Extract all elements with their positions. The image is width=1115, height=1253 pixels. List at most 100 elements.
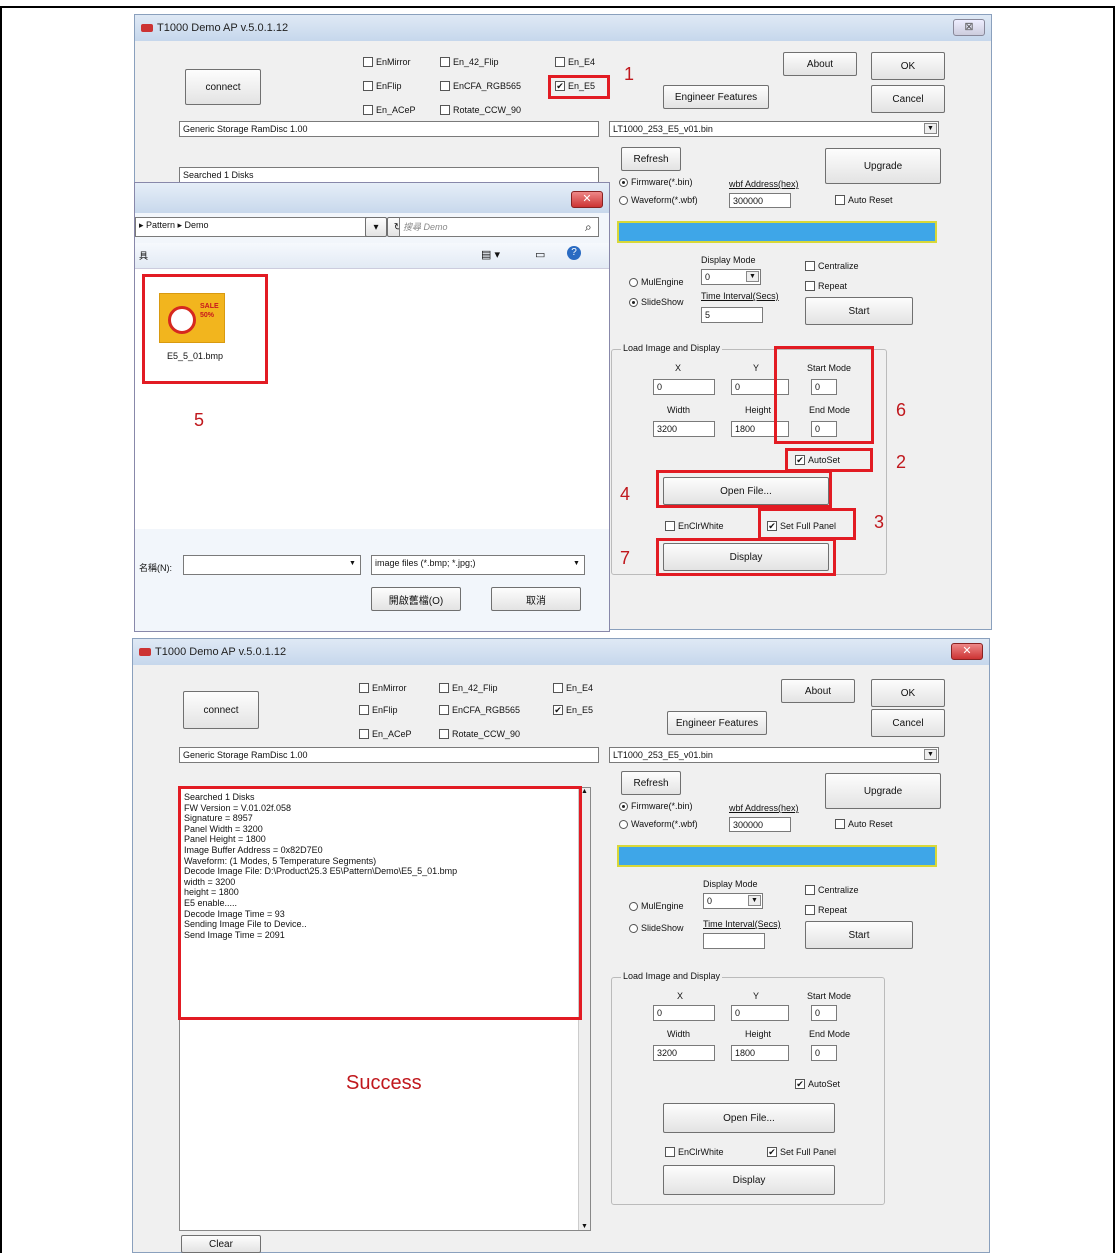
checkbox-box[interactable] bbox=[805, 261, 815, 271]
close-icon[interactable]: ⊠ bbox=[953, 19, 985, 36]
checkbox-enclrwhite[interactable]: EnClrWhite bbox=[665, 1147, 724, 1157]
radio-dot[interactable] bbox=[629, 901, 638, 911]
checkbox-en-e4[interactable]: En_E4 bbox=[553, 683, 593, 693]
start-button[interactable]: Start bbox=[805, 921, 913, 949]
radio-dot[interactable] bbox=[619, 801, 628, 811]
open-button[interactable]: 開啟舊檔(O) bbox=[371, 587, 461, 611]
checkbox-set-full-panel[interactable]: ✔ Set Full Panel bbox=[767, 1147, 836, 1157]
search-input[interactable]: 搜尋 Demo bbox=[399, 217, 599, 237]
radio-multiengine[interactable]: MulEngine bbox=[629, 901, 684, 911]
checkbox-box[interactable] bbox=[835, 195, 845, 205]
checkbox-box[interactable] bbox=[555, 57, 565, 67]
display-button[interactable]: Display bbox=[663, 1165, 835, 1195]
checkbox-en-e5[interactable]: ✔ En_E5 bbox=[553, 705, 593, 715]
refresh-button[interactable]: Refresh bbox=[621, 147, 681, 171]
checkbox-enclrwhite[interactable]: EnClrWhite bbox=[665, 521, 724, 531]
x-input[interactable]: 0 bbox=[653, 1005, 715, 1021]
chevron-down-icon[interactable]: ▼ bbox=[570, 559, 583, 570]
refresh-button[interactable]: Refresh bbox=[621, 771, 681, 795]
width-input[interactable]: 3200 bbox=[653, 1045, 715, 1061]
checkbox-box[interactable] bbox=[363, 105, 373, 115]
checkbox-repeat[interactable]: Repeat bbox=[805, 281, 847, 291]
checkbox-box[interactable] bbox=[805, 885, 815, 895]
start-mode-input[interactable]: 0 bbox=[811, 1005, 837, 1021]
checkbox-box[interactable] bbox=[440, 105, 450, 115]
checkbox-box[interactable] bbox=[805, 905, 815, 915]
checkbox-box[interactable] bbox=[363, 81, 373, 91]
dialog-cancel-button[interactable]: 取消 bbox=[491, 587, 581, 611]
storage-field[interactable]: Generic Storage RamDisc 1.00 bbox=[179, 121, 599, 137]
checkbox-enflip[interactable]: EnFlip bbox=[359, 705, 398, 715]
height-input[interactable]: 1800 bbox=[731, 1045, 789, 1061]
open-file-button[interactable]: Open File... bbox=[663, 1103, 835, 1133]
checkbox-en-e4[interactable]: En_E4 bbox=[555, 57, 595, 67]
upgrade-button[interactable]: Upgrade bbox=[825, 773, 941, 809]
time-interval-input[interactable] bbox=[703, 933, 765, 949]
storage-field[interactable]: Generic Storage RamDisc 1.00 bbox=[179, 747, 599, 763]
checkbox-box[interactable]: ✔ bbox=[553, 705, 563, 715]
x-input[interactable]: 0 bbox=[653, 379, 715, 395]
checkbox-en-acep[interactable]: En_ACeP bbox=[359, 729, 412, 739]
radio-firmware[interactable]: Firmware(*.bin) bbox=[619, 801, 693, 811]
display-mode-select[interactable]: 0 ▼ bbox=[701, 269, 761, 285]
connect-button[interactable]: connect bbox=[183, 691, 259, 729]
checkbox-repeat[interactable]: Repeat bbox=[805, 905, 847, 915]
view-menu-icon[interactable]: ▤ ▾ bbox=[481, 248, 500, 261]
preview-pane-icon[interactable]: ▭ bbox=[535, 248, 545, 261]
chevron-down-icon[interactable]: ▼ bbox=[924, 123, 937, 134]
firmware-file-select[interactable]: LT1000_253_E5_v01.bin ▼ bbox=[609, 121, 939, 137]
dialog-close-icon[interactable]: ✕ bbox=[571, 191, 603, 208]
ok-button[interactable]: OK bbox=[871, 52, 945, 80]
checkbox-encfa-rgb565[interactable]: EnCFA_RGB565 bbox=[439, 705, 520, 715]
ok-button[interactable]: OK bbox=[871, 679, 945, 707]
help-icon[interactable]: ? bbox=[567, 246, 581, 260]
checkbox-box[interactable] bbox=[553, 683, 563, 693]
radio-dot[interactable] bbox=[629, 923, 638, 933]
radio-slideshow[interactable]: SlideShow bbox=[629, 297, 684, 307]
radio-multiengine[interactable]: MulEngine bbox=[629, 277, 684, 287]
width-input[interactable]: 3200 bbox=[653, 421, 715, 437]
chevron-down-icon[interactable]: ▼ bbox=[746, 271, 759, 282]
checkbox-box[interactable] bbox=[835, 819, 845, 829]
checkbox-box[interactable]: ✔ bbox=[767, 1147, 777, 1157]
checkbox-box[interactable] bbox=[805, 281, 815, 291]
filetype-select[interactable]: image files (*.bmp; *.jpg;) ▼ bbox=[371, 555, 585, 575]
upgrade-button[interactable]: Upgrade bbox=[825, 148, 941, 184]
toolbar-label[interactable]: 具 bbox=[139, 249, 148, 262]
y-input[interactable]: 0 bbox=[731, 1005, 789, 1021]
wbf-address-input[interactable]: 300000 bbox=[729, 193, 791, 208]
checkbox-box[interactable] bbox=[439, 705, 449, 715]
checkbox-autoset[interactable]: ✔ AutoSet bbox=[795, 1079, 840, 1089]
radio-dot[interactable] bbox=[629, 277, 638, 287]
wbf-address-input[interactable]: 300000 bbox=[729, 817, 791, 832]
checkbox-box[interactable] bbox=[359, 705, 369, 715]
radio-dot[interactable] bbox=[619, 819, 628, 829]
checkbox-box[interactable] bbox=[439, 729, 449, 739]
checkbox-box[interactable] bbox=[439, 683, 449, 693]
time-interval-input[interactable]: 5 bbox=[701, 307, 763, 323]
end-mode-input[interactable]: 0 bbox=[811, 1045, 837, 1061]
clear-button[interactable]: Clear bbox=[181, 1235, 261, 1253]
checkbox-enmirror[interactable]: EnMirror bbox=[359, 683, 407, 693]
cancel-button[interactable]: Cancel bbox=[871, 709, 945, 737]
refresh-path-button[interactable]: ▾ bbox=[365, 217, 387, 237]
radio-waveform[interactable]: Waveform(*.wbf) bbox=[619, 195, 698, 205]
radio-dot[interactable] bbox=[619, 177, 628, 187]
chevron-down-icon[interactable]: ▼ bbox=[924, 749, 937, 760]
checkbox-auto-reset[interactable]: Auto Reset bbox=[835, 819, 893, 829]
checkbox-box[interactable] bbox=[440, 57, 450, 67]
chevron-down-icon[interactable]: ▼ bbox=[748, 895, 761, 906]
close-icon[interactable]: ✕ bbox=[951, 643, 983, 660]
breadcrumb[interactable]: ▸ Pattern ▸ Demo bbox=[135, 217, 385, 237]
checkbox-rotate-ccw-90[interactable]: Rotate_CCW_90 bbox=[440, 105, 521, 115]
checkbox-enflip[interactable]: EnFlip bbox=[363, 81, 402, 91]
engineer-features-button[interactable]: Engineer Features bbox=[667, 711, 767, 735]
engineer-features-button[interactable]: Engineer Features bbox=[663, 85, 769, 109]
chevron-down-icon[interactable]: ▼ bbox=[346, 559, 359, 570]
firmware-file-select[interactable]: LT1000_253_E5_v01.bin ▼ bbox=[609, 747, 939, 763]
cancel-button[interactable]: Cancel bbox=[871, 85, 945, 113]
checkbox-box[interactable] bbox=[359, 683, 369, 693]
checkbox-box[interactable] bbox=[440, 81, 450, 91]
checkbox-en42flip[interactable]: En_42_Flip bbox=[439, 683, 498, 693]
radio-dot[interactable] bbox=[619, 195, 628, 205]
